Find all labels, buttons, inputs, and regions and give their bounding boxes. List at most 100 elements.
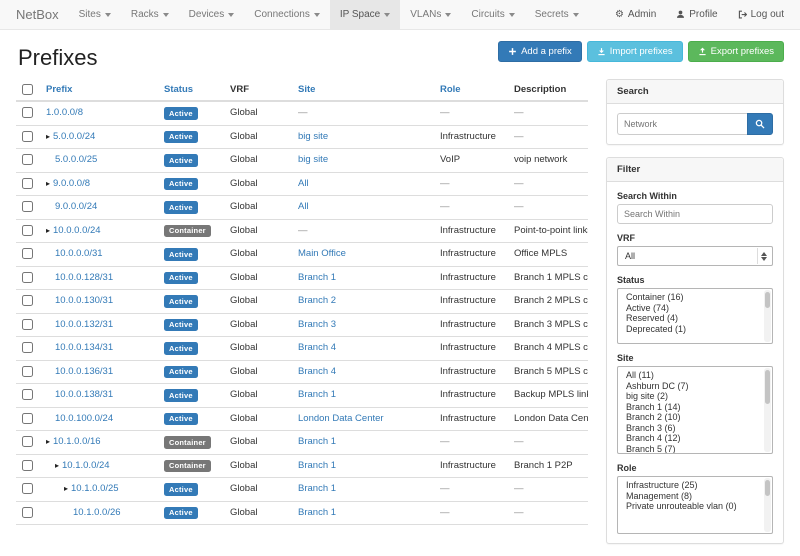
site-link[interactable]: Branch 1 [298,436,336,447]
site-link[interactable]: big site [298,131,328,142]
prefix-link[interactable]: 10.0.0.130/31 [55,295,113,306]
filter-option[interactable]: Branch 5 (7) [618,444,772,455]
search-button[interactable] [747,113,773,135]
search-within-input[interactable] [617,204,773,224]
nav-admin[interactable]: ⚙ Admin [605,0,666,29]
row-checkbox[interactable] [22,342,33,353]
nav-item-sites[interactable]: Sites [69,0,121,29]
filter-option[interactable]: Branch 3 (6) [618,423,772,434]
empty-value: — [514,131,524,142]
filter-option[interactable]: Branch 2 (10) [618,412,772,423]
row-checkbox[interactable] [22,201,33,212]
select-all-checkbox[interactable] [22,84,33,95]
site-link[interactable]: Main Office [298,248,346,259]
col-header-site[interactable]: Site [292,79,434,101]
filter-option[interactable]: Container (16) [618,292,772,303]
filter-option[interactable]: Private unrouteable vlan (0) [618,501,772,512]
col-header-prefix[interactable]: Prefix [40,79,158,101]
add-prefix-button[interactable]: Add a prefix [498,41,582,62]
col-header-role[interactable]: Role [434,79,508,101]
col-header-status[interactable]: Status [158,79,224,101]
row-checkbox[interactable] [22,507,33,518]
filter-option[interactable]: Reserved (4) [618,313,772,324]
row-checkbox[interactable] [22,413,33,424]
prefix-link[interactable]: 10.0.0.132/31 [55,319,113,330]
row-checkbox[interactable] [22,389,33,400]
row-checkbox[interactable] [22,131,33,142]
site-link[interactable]: All [298,201,309,212]
nav-item-vlans[interactable]: VLANs [400,0,461,29]
prefix-link[interactable]: 10.0.0.136/31 [55,366,113,377]
vrf-select[interactable]: All [617,246,773,266]
search-input[interactable] [617,113,747,135]
nav-item-racks[interactable]: Racks [121,0,179,29]
row-checkbox[interactable] [22,366,33,377]
prefix-link[interactable]: 10.1.0.0/24 [62,460,110,471]
site-link[interactable]: All [298,178,309,189]
scrollbar-thumb[interactable] [765,292,770,308]
prefix-link[interactable]: 9.0.0.0/8 [53,178,90,189]
role-filter-list[interactable]: Infrastructure (25)Management (8)Private… [617,476,773,534]
prefix-link[interactable]: 10.0.0.128/31 [55,272,113,283]
brand[interactable]: NetBox [6,0,69,29]
filter-option[interactable]: Branch 4 (12) [618,433,772,444]
filter-option[interactable]: Management (8) [618,491,772,502]
site-link[interactable]: Branch 1 [298,483,336,494]
site-link[interactable]: Branch 1 [298,389,336,400]
row-checkbox[interactable] [22,295,33,306]
prefix-link[interactable]: 9.0.0.0/24 [55,201,97,212]
prefix-link[interactable]: 10.0.0.138/31 [55,389,113,400]
nav-item-devices[interactable]: Devices [179,0,245,29]
site-link[interactable]: Branch 1 [298,460,336,471]
filter-option[interactable]: Deprecated (1) [618,324,772,335]
prefix-link[interactable]: 1.0.0.0/8 [46,107,83,118]
site-link[interactable]: Branch 1 [298,272,336,283]
row-checkbox[interactable] [22,272,33,283]
scrollbar-thumb[interactable] [765,370,770,404]
row-checkbox[interactable] [22,154,33,165]
filter-option[interactable]: Branch 1 (14) [618,402,772,413]
status-badge: Container [164,460,211,473]
site-link[interactable]: Branch 2 [298,295,336,306]
row-checkbox[interactable] [22,178,33,189]
prefix-link[interactable]: 10.0.0.0/31 [55,248,103,259]
filter-option[interactable]: All (11) [618,370,772,381]
site-link[interactable]: Branch 4 [298,342,336,353]
prefix-link[interactable]: 10.0.100.0/24 [55,413,113,424]
nav-item-circuits[interactable]: Circuits [461,0,524,29]
nav-item-connections[interactable]: Connections [244,0,330,29]
chevron-down-icon [314,13,320,17]
row-checkbox[interactable] [22,460,33,471]
prefix-link[interactable]: 10.1.0.0/16 [53,436,101,447]
prefix-link[interactable]: 5.0.0.0/25 [55,154,97,165]
site-link[interactable]: London Data Center [298,413,384,424]
site-link[interactable]: Branch 4 [298,366,336,377]
export-prefixes-button[interactable]: Export prefixes [688,41,784,62]
prefix-link[interactable]: 10.1.0.0/25 [71,483,119,494]
site-link[interactable]: Branch 3 [298,319,336,330]
nav-item-secrets[interactable]: Secrets [525,0,589,29]
row-checkbox[interactable] [22,225,33,236]
site-link[interactable]: Branch 1 [298,507,336,518]
prefix-link[interactable]: 5.0.0.0/24 [53,131,95,142]
nav-profile[interactable]: Profile [666,0,727,29]
row-checkbox[interactable] [22,436,33,447]
row-checkbox[interactable] [22,248,33,259]
scrollbar-thumb[interactable] [765,480,770,496]
prefix-link[interactable]: 10.1.0.0/26 [73,507,121,518]
site-link[interactable]: big site [298,154,328,165]
status-filter-list[interactable]: Container (16)Active (74)Reserved (4)Dep… [617,288,773,344]
row-checkbox[interactable] [22,319,33,330]
nav-logout[interactable]: Log out [728,0,794,29]
filter-option[interactable]: Active (74) [618,303,772,314]
filter-option[interactable]: big site (2) [618,391,772,402]
import-prefixes-button[interactable]: Import prefixes [587,41,683,62]
row-checkbox[interactable] [22,107,33,118]
prefix-link[interactable]: 10.0.0.134/31 [55,342,113,353]
prefix-link[interactable]: 10.0.0.0/24 [53,225,101,236]
nav-item-ip-space[interactable]: IP Space [330,0,400,29]
filter-option[interactable]: Infrastructure (25) [618,480,772,491]
row-checkbox[interactable] [22,483,33,494]
site-filter-list[interactable]: All (11)Ashburn DC (7)big site (2)Branch… [617,366,773,454]
filter-option[interactable]: Ashburn DC (7) [618,381,772,392]
